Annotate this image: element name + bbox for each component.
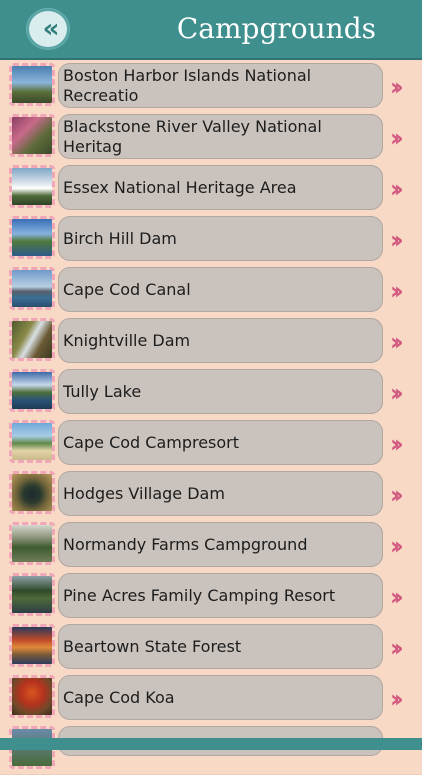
double-chevron-right-icon[interactable]: ›› (390, 583, 404, 611)
list-item-button[interactable]: Beartown State Forest (58, 624, 383, 669)
double-chevron-right-icon[interactable]: ›› (390, 277, 404, 305)
thumbnail (9, 114, 55, 157)
list-item-button[interactable]: Cape Cod Canal (58, 267, 383, 312)
list-item[interactable]: Knightville Dam ›› (0, 315, 422, 367)
list-item-label: Tully Lake (63, 381, 142, 401)
list-item-label: Cape Cod Koa (63, 687, 175, 707)
double-chevron-left-icon: « (42, 14, 60, 44)
thumbnail (9, 267, 55, 310)
thumbnail (9, 471, 55, 514)
thumbnail (9, 675, 55, 718)
list-item-button[interactable]: Essex National Heritage Area (58, 165, 383, 210)
list-item[interactable]: Tully Lake ›› (0, 366, 422, 418)
list-item[interactable]: Hodges Village Dam ›› (0, 468, 422, 520)
thumbnail (9, 318, 55, 361)
list-item-button[interactable]: Blackstone River Valley National Heritag (58, 114, 383, 159)
list-item[interactable]: Normandy Farms Campground ›› (0, 519, 422, 571)
list-item-label: Cape Cod Canal (63, 279, 191, 299)
double-chevron-right-icon[interactable]: ›› (390, 73, 404, 101)
list-item-label: Blackstone River Valley National Heritag (63, 116, 322, 156)
list-item[interactable]: Beartown State Forest ›› (0, 621, 422, 673)
list-item-label: Normandy Farms Campground (63, 534, 308, 554)
back-button[interactable]: « (26, 8, 70, 50)
list-item-button[interactable]: Pine Acres Family Camping Resort (58, 573, 383, 618)
list-item-button[interactable]: Normandy Farms Campground (58, 522, 383, 567)
list-item[interactable]: Blackstone River Valley National Heritag… (0, 111, 422, 163)
thumbnail (9, 624, 55, 667)
double-chevron-right-icon[interactable]: ›› (390, 124, 404, 152)
list-item-button[interactable]: Birch Hill Dam (58, 216, 383, 261)
list-item[interactable]: Cape Cod Campresort ›› (0, 417, 422, 469)
thumbnail (9, 522, 55, 565)
double-chevron-right-icon[interactable]: ›› (390, 328, 404, 356)
double-chevron-right-icon[interactable]: ›› (390, 430, 404, 458)
list-item-label: Beartown State Forest (63, 636, 242, 656)
bottom-bar (0, 738, 422, 750)
list-item-label: Hodges Village Dam (63, 483, 225, 503)
double-chevron-right-icon[interactable]: ›› (390, 379, 404, 407)
double-chevron-right-icon[interactable]: ›› (390, 532, 404, 560)
list-item-button[interactable]: Cape Cod Koa (58, 675, 383, 720)
list-item[interactable]: Boston Harbor Islands National Recreatio… (0, 60, 422, 112)
list-item-label: Boston Harbor Islands National Recreatio (63, 65, 312, 105)
list-item-button[interactable]: Hodges Village Dam (58, 471, 383, 516)
double-chevron-right-icon[interactable]: ›› (390, 481, 404, 509)
list-item[interactable]: Essex National Heritage Area ›› (0, 162, 422, 214)
list-item-button[interactable]: Boston Harbor Islands National Recreatio (58, 63, 383, 108)
double-chevron-right-icon[interactable]: ›› (390, 685, 404, 713)
thumbnail (9, 165, 55, 208)
list-item-label: Pine Acres Family Camping Resort (63, 585, 336, 605)
double-chevron-right-icon[interactable]: ›› (390, 175, 404, 203)
app-header: « Campgrounds (0, 0, 422, 60)
list-item-label: Knightville Dam (63, 330, 191, 350)
thumbnail (9, 420, 55, 463)
thumbnail (9, 369, 55, 412)
list-item-button[interactable]: Knightville Dam (58, 318, 383, 363)
double-chevron-right-icon[interactable]: ›› (390, 226, 404, 254)
list-item-button[interactable]: Cape Cod Campresort (58, 420, 383, 465)
thumbnail (9, 573, 55, 616)
double-chevron-right-icon[interactable]: ›› (390, 634, 404, 662)
list-item-label: Birch Hill Dam (63, 228, 177, 248)
list-item-label: Essex National Heritage Area (63, 177, 297, 197)
list-item-label: Cape Cod Campresort (63, 432, 240, 452)
list-item-button[interactable]: Tully Lake (58, 369, 383, 414)
page-title: Campgrounds (176, 12, 376, 45)
thumbnail (9, 216, 55, 259)
list-item[interactable]: Cape Cod Canal ›› (0, 264, 422, 316)
list-item[interactable]: Cape Cod Koa ›› (0, 672, 422, 724)
list-item[interactable]: Birch Hill Dam ›› (0, 213, 422, 265)
thumbnail (9, 63, 55, 106)
list-item[interactable]: Pine Acres Family Camping Resort ›› (0, 570, 422, 622)
